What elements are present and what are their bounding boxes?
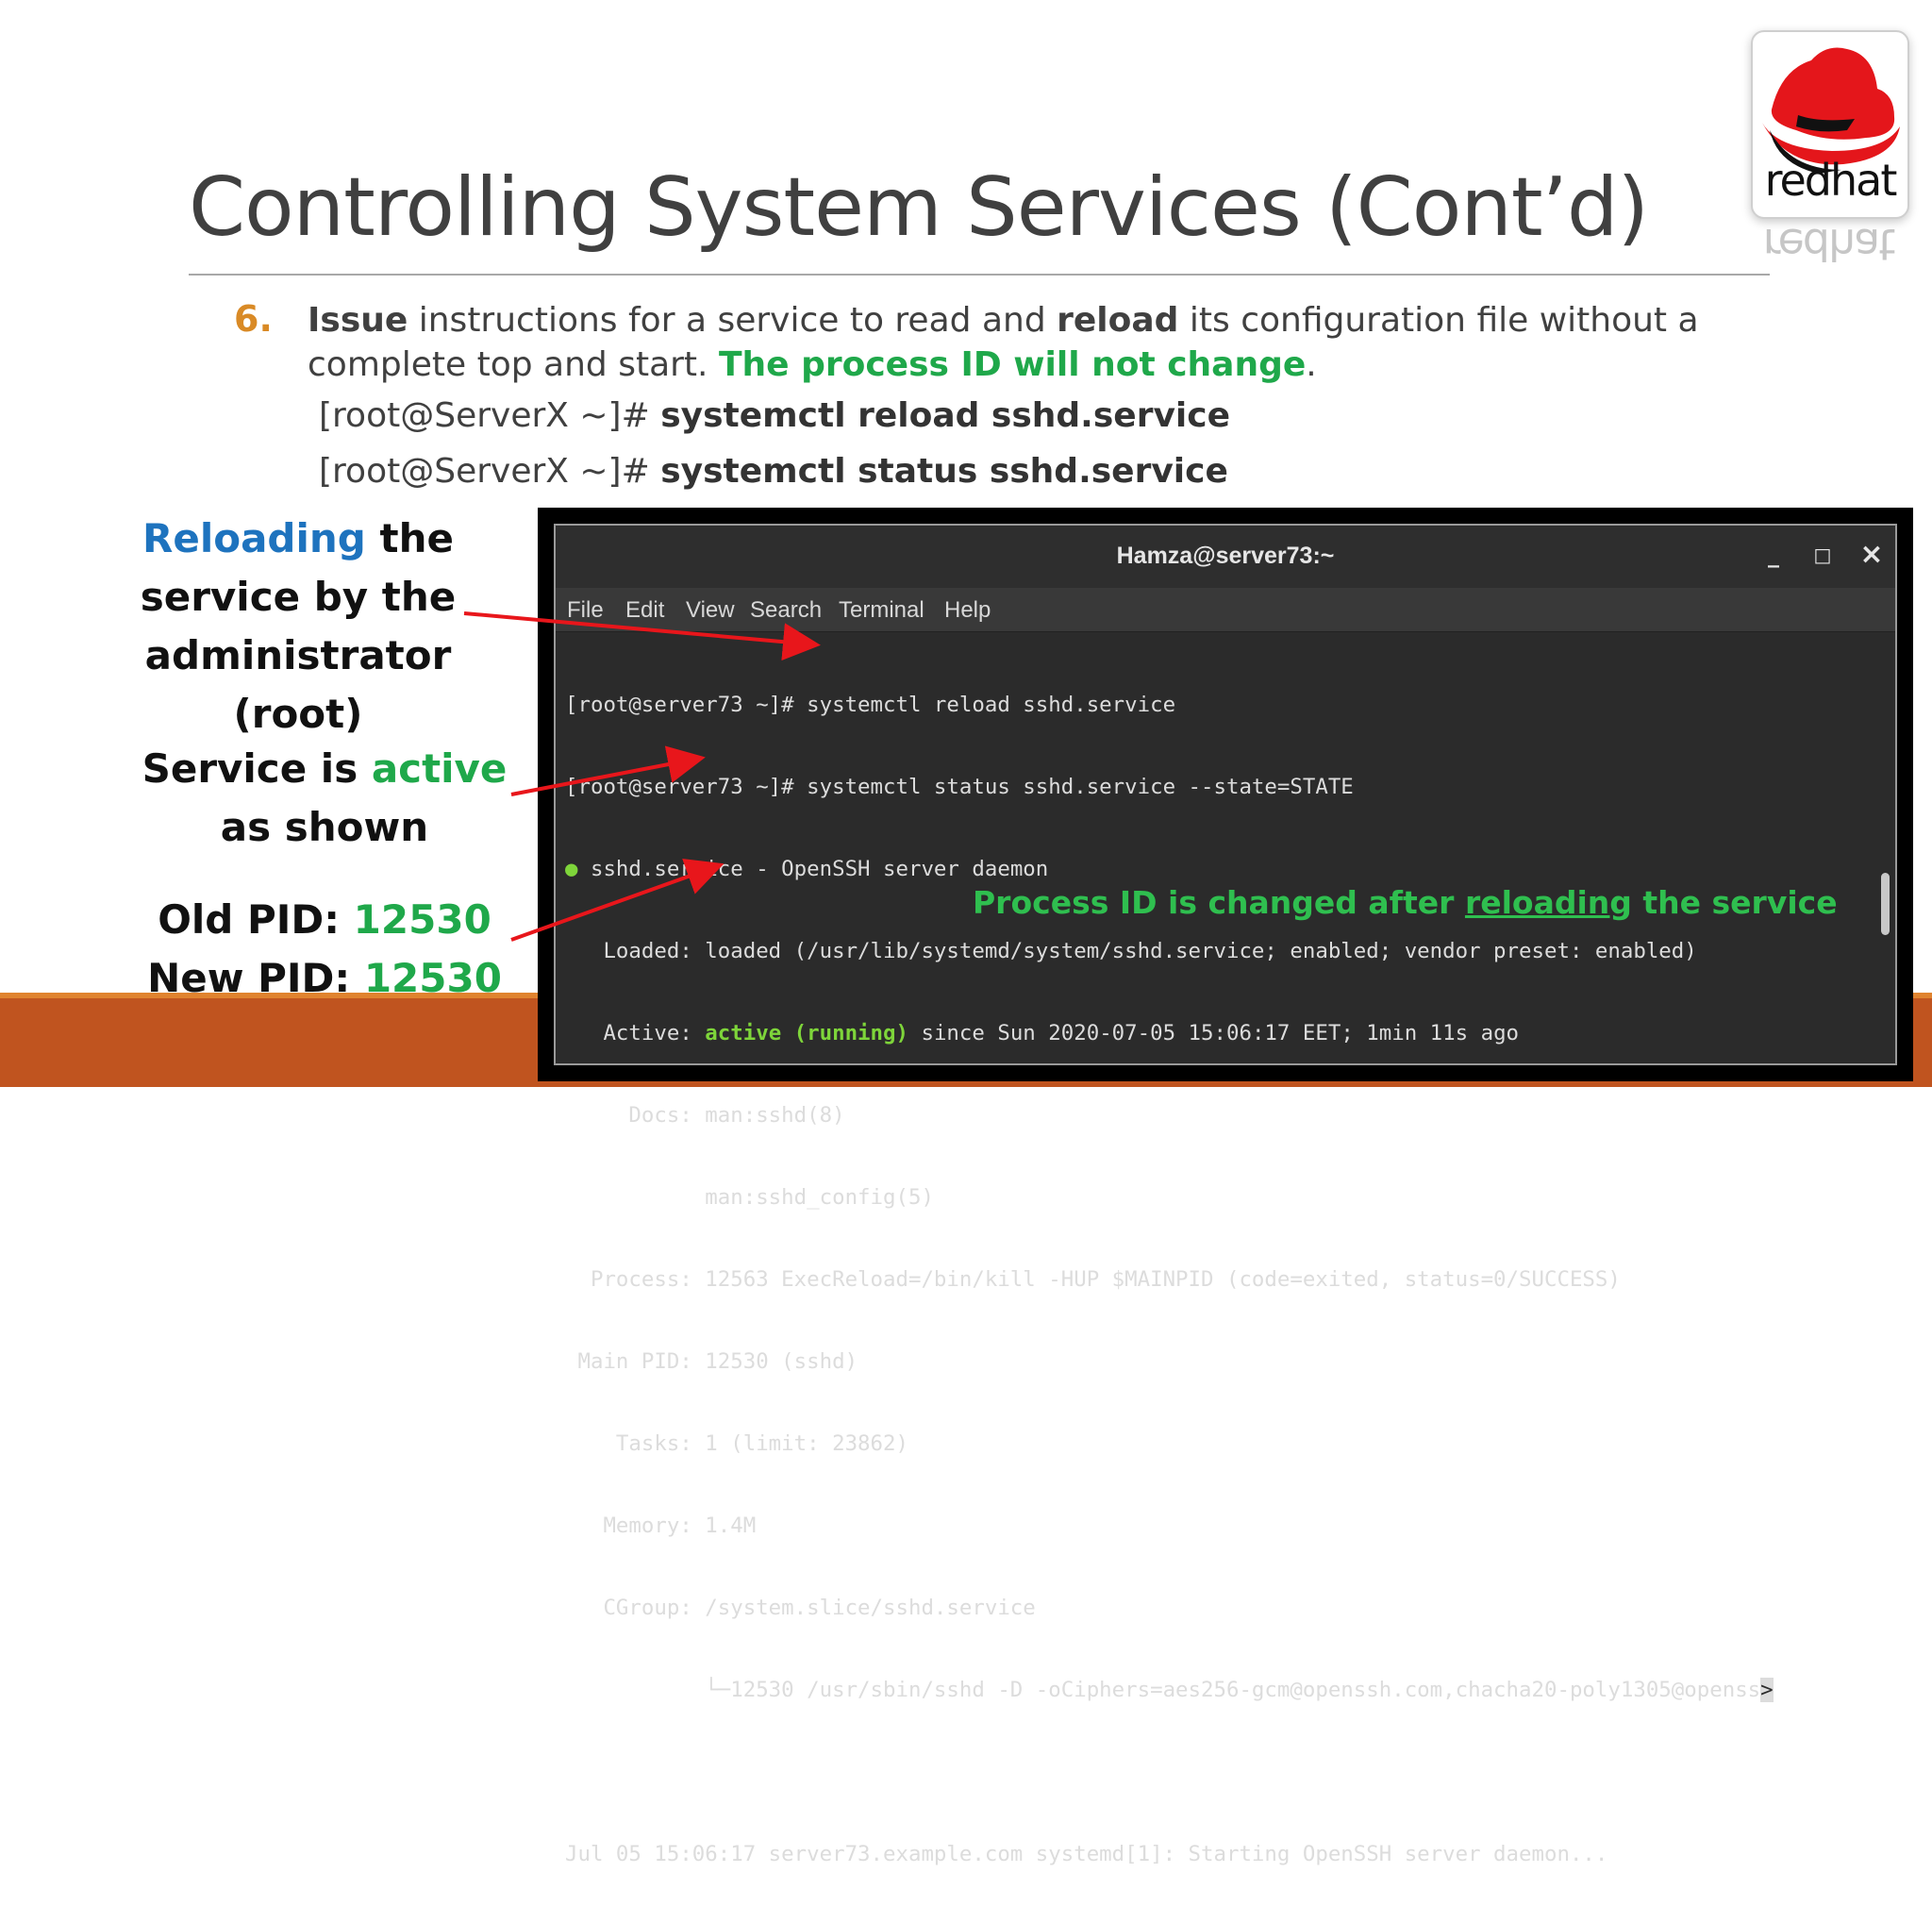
- terminal-line: Process: 12563 ExecReload=/bin/kill -HUP…: [565, 1267, 1621, 1292]
- reload-arrow: [463, 611, 821, 661]
- terminal-line: └─12530 /usr/sbin/sshd -D -oCiphers=aes2…: [565, 1678, 1774, 1702]
- truncation-marker: >: [1760, 1678, 1774, 1702]
- terminal-line: Memory: 1.4M: [565, 1513, 757, 1538]
- terminal-line: CGroup: /system.slice/sshd.service: [565, 1596, 1036, 1620]
- annotation-arrows: [463, 611, 821, 942]
- terminal-line: Tasks: 1 (limit: 23862): [565, 1431, 908, 1456]
- active-arrow: [510, 745, 706, 796]
- pid-arrow: [510, 858, 724, 942]
- terminal-line: man:sshd_config(5): [565, 1185, 934, 1210]
- terminal-line: Docs: man:sshd(8): [565, 1103, 845, 1128]
- terminal-line: Main PID: 12530 (sshd): [565, 1349, 858, 1374]
- terminal-line: Jul 05 15:06:17 server73.example.com sys…: [565, 1842, 1608, 1866]
